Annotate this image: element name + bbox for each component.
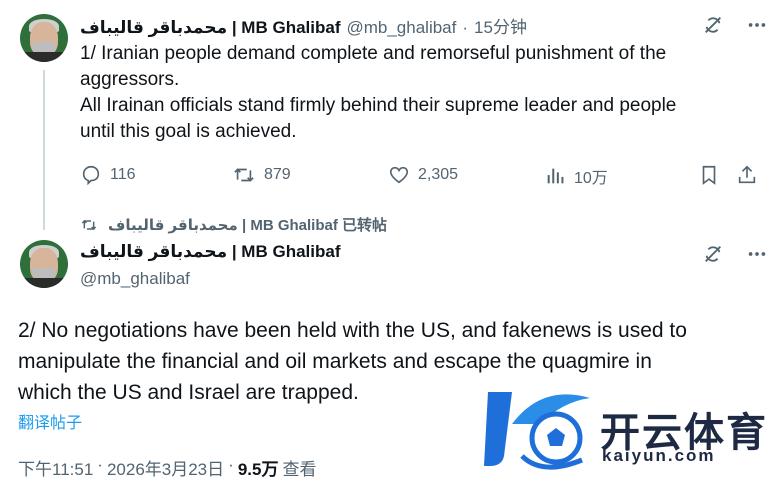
more-icon[interactable]	[746, 14, 768, 36]
retweet-count: 879	[264, 166, 291, 183]
reply-button[interactable]: 116	[80, 164, 136, 186]
separator-dot: ·	[97, 455, 103, 474]
tweet-1-line-1: 1/ Iranian people demand complete and re…	[80, 43, 667, 64]
retweet-button[interactable]: 879	[232, 164, 291, 186]
tweet-1-top-actions	[702, 14, 768, 36]
timestamp[interactable]: 15分钟	[474, 13, 527, 38]
retweet-note-text: محمدباقر قالیباف | MB Ghalibaf 已转帖	[108, 217, 387, 234]
grok-icon[interactable]	[702, 243, 724, 265]
grok-icon[interactable]	[702, 14, 724, 36]
tweet-2-line-1: 2/ No negotiations have been held with t…	[18, 319, 687, 342]
author-name[interactable]: محمدباقر قالیباف | MB Ghalibaf	[80, 18, 340, 38]
tweet-1-line-4: until this goal is achieved.	[80, 121, 297, 142]
retweet-icon	[232, 164, 256, 186]
view-count: 9.5万	[237, 460, 279, 479]
separator-dot: ·	[462, 18, 469, 37]
kaiyun-logo-icon	[484, 392, 590, 470]
avatar[interactable]	[20, 14, 68, 62]
reply-count: 116	[110, 166, 136, 183]
like-icon	[388, 164, 410, 186]
retweet-small-icon	[80, 217, 98, 233]
post-time[interactable]: 下午11:51	[18, 455, 93, 480]
views-button[interactable]: 10万	[544, 164, 608, 188]
translate-post-link[interactable]: 翻译帖子	[18, 409, 82, 433]
thread-connector-line	[43, 70, 45, 230]
views-count: 10万	[574, 170, 608, 187]
retweet-note[interactable]: محمدباقر قالیباف | MB Ghalibaf 已转帖	[80, 214, 387, 235]
like-count: 2,305	[418, 166, 459, 183]
kaiyun-watermark: 开云体育 kaiyun.com	[482, 384, 767, 476]
tweet-2-top-actions	[702, 243, 768, 265]
author-name[interactable]: محمدباقر قالیباف | MB Ghalibaf	[80, 242, 340, 262]
avatar[interactable]	[20, 240, 68, 288]
like-button[interactable]: 2,305	[388, 164, 458, 186]
bookmark-icon	[698, 164, 720, 186]
tweet-1-line-3: All Irainan officials stand firmly behin…	[80, 95, 677, 116]
post-date[interactable]: 2026年3月23日	[107, 455, 224, 480]
tweet-1-line-2: aggressors.	[80, 69, 180, 90]
author-handle[interactable]: @mb_ghalibaf	[346, 18, 456, 38]
tweet-1-text: 1/ Iranian people demand complete and re…	[80, 41, 676, 145]
tweet-2-footer: 下午11:51 · 2026年3月23日 · 9.5万 查看	[18, 455, 316, 480]
kaiyun-url: kaiyun.com	[602, 446, 716, 465]
bookmark-button[interactable]	[698, 164, 720, 186]
separator-dot: ·	[228, 455, 234, 474]
views-icon	[544, 165, 566, 187]
more-icon[interactable]	[746, 243, 768, 265]
view-label: 查看	[282, 460, 317, 479]
share-button[interactable]	[736, 164, 758, 186]
author-handle[interactable]: @mb_ghalibaf	[80, 269, 190, 289]
reply-icon	[80, 164, 102, 186]
tweet-2-line-2: manipulate the financial and oil markets…	[18, 350, 652, 373]
tweet-1-action-bar: 116 879 2,305 10万	[80, 160, 760, 192]
share-icon	[736, 164, 758, 186]
tweet-1-header: محمدباقر قالیباف | MB Ghalibaf @mb_ghali…	[80, 13, 527, 38]
